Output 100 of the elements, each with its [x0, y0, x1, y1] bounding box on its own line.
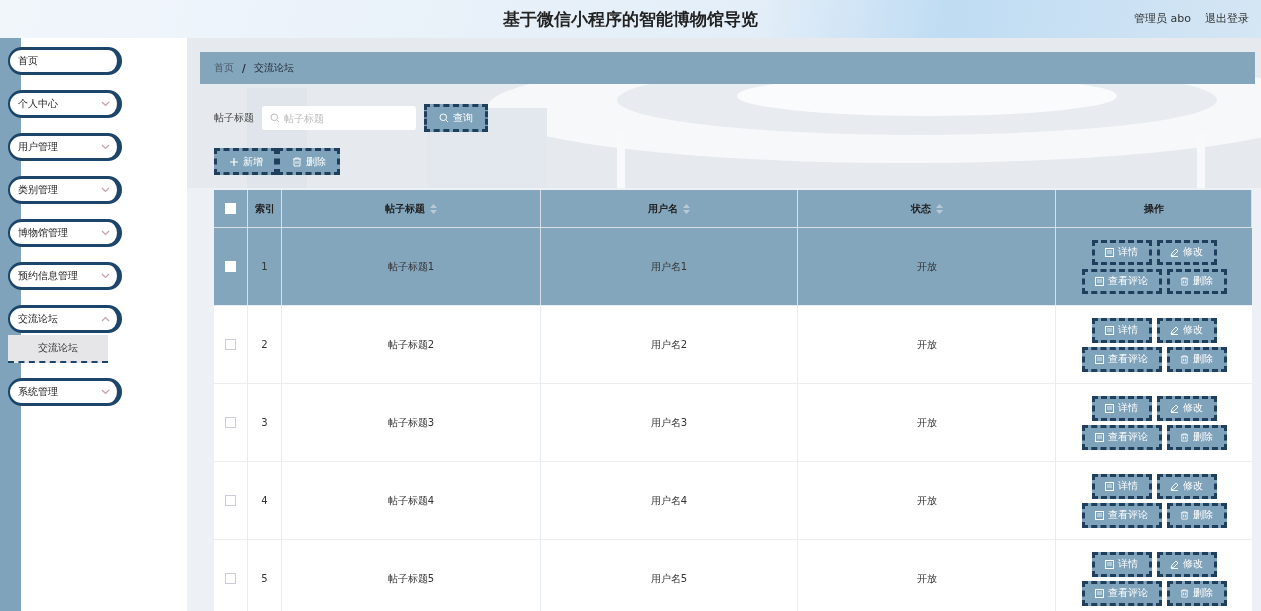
detail-button[interactable]: 详情	[1091, 317, 1152, 343]
column-header: 状态	[910, 201, 931, 216]
chevron-icon	[101, 101, 110, 107]
trash-icon	[1180, 510, 1189, 520]
row-checkbox[interactable]	[225, 573, 236, 584]
table-cell: 开放	[916, 571, 937, 586]
trash-icon	[1180, 588, 1189, 598]
document-icon	[1105, 559, 1114, 569]
chevron-icon	[101, 187, 110, 193]
sidebar-item[interactable]: 首页	[8, 47, 122, 75]
chevron-icon	[101, 144, 110, 150]
comments-button[interactable]: 查看评论	[1081, 346, 1162, 372]
breadcrumb-link[interactable]: 首页	[214, 61, 234, 75]
detail-button[interactable]: 详情	[1091, 551, 1152, 577]
column-header: 用户名	[648, 201, 678, 216]
table-row[interactable]: 3 帖子标题3 用户名3 开放 详情 修改 查看评论 删除	[214, 384, 1252, 462]
sidebar-item[interactable]: 预约信息管理	[8, 262, 122, 290]
breadcrumb-separator: /	[242, 62, 246, 74]
table-row[interactable]: 1 帖子标题1 用户名1 开放 详情 修改 查看评论 删除	[214, 228, 1252, 306]
table-cell: 4	[261, 495, 268, 506]
column-header: 索引	[254, 201, 275, 216]
row-checkbox[interactable]	[225, 495, 236, 506]
edit-button[interactable]: 修改	[1156, 317, 1217, 343]
trash-icon	[1180, 354, 1189, 364]
delete-button[interactable]: 删除	[1166, 346, 1227, 372]
submenu-item[interactable]: 交流论坛	[8, 335, 108, 363]
select-all-checkbox[interactable]	[225, 203, 236, 214]
breadcrumb-link[interactable]: 交流论坛	[253, 61, 294, 75]
table-cell: 帖子标题4	[387, 493, 435, 508]
sort-icon[interactable]	[430, 203, 437, 214]
column-header: 帖子标题	[385, 201, 425, 216]
row-checkbox[interactable]	[225, 417, 236, 428]
table-cell: 帖子标题3	[387, 415, 435, 430]
comments-button[interactable]: 查看评论	[1081, 424, 1162, 450]
pen-icon	[1170, 403, 1179, 413]
table-cell: 用户名2	[650, 337, 688, 352]
chevron-icon	[101, 273, 110, 279]
sort-icon[interactable]	[683, 203, 690, 214]
add-button[interactable]: 新增	[214, 148, 277, 175]
row-checkbox[interactable]	[225, 339, 236, 350]
edit-button[interactable]: 修改	[1156, 551, 1217, 577]
pen-icon	[1170, 481, 1179, 491]
delete-button[interactable]: 删除	[1166, 424, 1227, 450]
search-field[interactable]: 帖子标题	[262, 106, 416, 130]
detail-button[interactable]: 详情	[1091, 395, 1152, 421]
table-cell: 开放	[916, 493, 937, 508]
table-cell: 开放	[916, 337, 937, 352]
logout-link[interactable]: 退出登录	[1205, 11, 1249, 26]
table-cell: 用户名3	[650, 415, 688, 430]
document-icon	[1095, 510, 1104, 520]
table-row[interactable]: 5 帖子标题5 用户名5 开放 详情 修改 查看评论 删除	[214, 540, 1252, 611]
sidebar-item[interactable]: 类别管理	[8, 176, 122, 204]
detail-button[interactable]: 详情	[1091, 473, 1152, 499]
sort-icon[interactable]	[935, 203, 943, 214]
comments-button[interactable]: 查看评论	[1081, 268, 1162, 294]
user-label: 管理员 abo	[1134, 11, 1191, 26]
table-cell: 5	[261, 573, 268, 584]
sidebar-item[interactable]: 系统管理	[8, 378, 122, 406]
table-cell: 用户名1	[650, 259, 688, 274]
delete-button[interactable]: 删除	[1166, 268, 1227, 294]
document-icon	[1105, 481, 1114, 491]
sidebar-item[interactable]: 用户管理	[8, 133, 122, 161]
document-icon	[1095, 276, 1104, 286]
table-cell: 用户名4	[650, 493, 688, 508]
table-cell: 帖子标题5	[387, 571, 435, 586]
header-cell[interactable]: 状态	[798, 190, 1056, 227]
search-button[interactable]: 查询	[424, 104, 488, 132]
app-title: 基于微信小程序的智能博物馆导览	[503, 7, 758, 31]
edit-button[interactable]: 修改	[1156, 473, 1217, 499]
header-cell[interactable]: 帖子标题	[282, 190, 541, 227]
sidebar-item[interactable]: 交流论坛	[8, 305, 122, 333]
document-icon	[1105, 325, 1114, 335]
comments-button[interactable]: 查看评论	[1081, 580, 1162, 606]
header-cell[interactable]: 用户名	[541, 190, 798, 227]
pen-icon	[1170, 325, 1179, 335]
search-icon	[270, 113, 280, 123]
chevron-icon	[101, 389, 110, 395]
chevron-icon	[101, 230, 110, 236]
table-cell: 开放	[916, 259, 937, 274]
plus-icon	[228, 156, 239, 167]
delete-button[interactable]: 删除	[1166, 502, 1227, 528]
pen-icon	[1170, 559, 1179, 569]
chevron-icon	[101, 316, 110, 322]
sidebar-item[interactable]: 个人中心	[8, 90, 122, 118]
table-cell: 开放	[916, 415, 937, 430]
table-row[interactable]: 2 帖子标题2 用户名2 开放 详情 修改 查看评论 删除	[214, 306, 1252, 384]
search-icon	[439, 113, 449, 123]
edit-button[interactable]: 修改	[1156, 239, 1217, 265]
table-row[interactable]: 4 帖子标题4 用户名4 开放 详情 修改 查看评论 删除	[214, 462, 1252, 540]
document-icon	[1095, 432, 1104, 442]
table-cell: 2	[261, 339, 268, 350]
comments-button[interactable]: 查看评论	[1081, 502, 1162, 528]
document-icon	[1105, 403, 1114, 413]
delete-button[interactable]: 删除	[1166, 580, 1227, 606]
sidebar-item[interactable]: 博物馆管理	[8, 219, 122, 247]
table-cell: 3	[261, 417, 268, 428]
trash-icon	[291, 156, 302, 167]
detail-button[interactable]: 详情	[1091, 239, 1152, 265]
edit-button[interactable]: 修改	[1156, 395, 1217, 421]
delete-button[interactable]: 删除	[277, 148, 340, 175]
